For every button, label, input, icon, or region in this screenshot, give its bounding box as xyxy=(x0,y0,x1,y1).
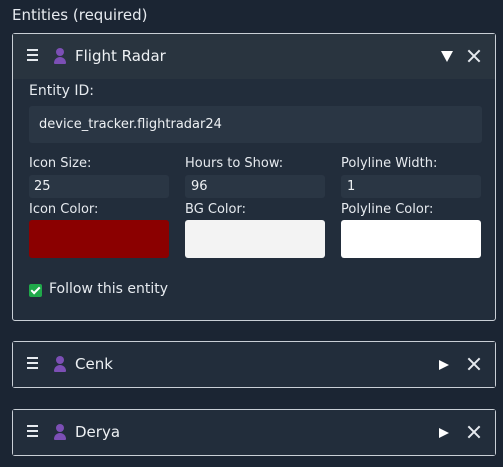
polyline-width-input[interactable] xyxy=(341,175,481,198)
polyline-width-label: Polyline Width: xyxy=(341,156,438,171)
triangle-right-icon[interactable] xyxy=(439,428,449,438)
entity-id-input[interactable] xyxy=(29,106,482,143)
hours-to-show-label: Hours to Show: xyxy=(185,156,284,171)
bg-color-label: BG Color: xyxy=(185,202,246,217)
entity-card-cenk: Cenk xyxy=(12,341,496,388)
entity-card-derya: Derya xyxy=(12,409,496,456)
entity-card-flight-radar: Flight Radar Entity ID: Icon Size: Hours… xyxy=(12,33,496,321)
drag-handle-icon[interactable] xyxy=(27,425,38,437)
polyline-color-label: Polyline Color: xyxy=(341,202,434,217)
entity-name: Flight Radar xyxy=(75,47,166,65)
entity-name: Cenk xyxy=(75,355,113,373)
entity-card-header[interactable]: Derya xyxy=(13,410,495,455)
entity-card-header[interactable]: Flight Radar xyxy=(13,34,495,79)
icon-color-picker[interactable] xyxy=(29,220,169,258)
triangle-right-icon[interactable] xyxy=(439,360,449,370)
person-icon xyxy=(54,48,66,64)
person-icon xyxy=(54,424,66,440)
section-title: Entities (required) xyxy=(12,6,148,24)
icon-size-input[interactable] xyxy=(29,175,169,198)
follow-entity-checkbox[interactable] xyxy=(29,284,42,297)
person-icon xyxy=(54,356,66,372)
drag-handle-icon[interactable] xyxy=(27,49,38,61)
bg-color-picker[interactable] xyxy=(185,220,325,258)
drag-handle-icon[interactable] xyxy=(27,357,38,369)
close-icon[interactable] xyxy=(467,49,481,63)
entity-card-header[interactable]: Cenk xyxy=(13,342,495,387)
follow-entity-label: Follow this entity xyxy=(49,281,168,297)
entity-name: Derya xyxy=(75,423,121,441)
entity-id-label: Entity ID: xyxy=(29,83,94,99)
polyline-color-picker[interactable] xyxy=(341,220,481,258)
hours-to-show-input[interactable] xyxy=(185,175,325,198)
close-icon[interactable] xyxy=(467,357,481,371)
icon-color-label: Icon Color: xyxy=(29,202,99,217)
close-icon[interactable] xyxy=(467,425,481,439)
triangle-down-icon[interactable] xyxy=(441,51,453,62)
icon-size-label: Icon Size: xyxy=(29,156,92,171)
